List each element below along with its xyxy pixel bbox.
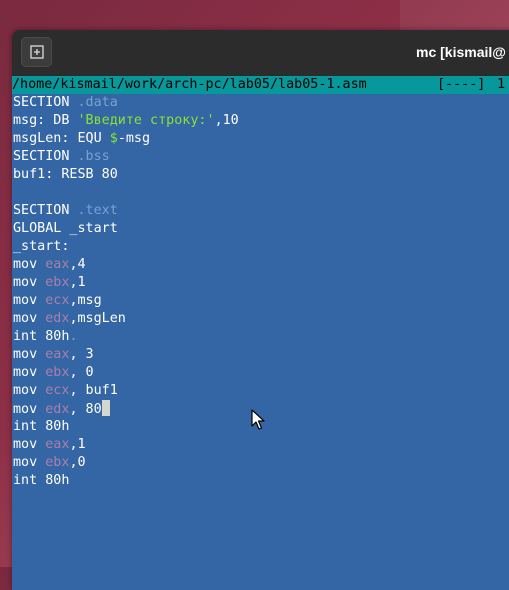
code-line: mov ecx,msg [13,293,102,308]
code-line: mov eax, 3 [13,347,94,362]
code-line: mov ebx,0 [13,455,86,470]
desktop-decoration [400,0,509,30]
code-line: mov eax,1 [13,437,86,452]
file-path: /home/kismail/work/arch-pc/lab05/lab05-1… [12,77,367,92]
cursor-column: 1 [497,77,506,92]
code-line: int 80h [13,419,70,434]
code-line: mov edx, 80 [13,400,239,418]
code-line: GLOBAL _start [13,221,118,236]
code-line: mov eax,4 [13,257,86,272]
mouse-pointer-icon [251,409,265,430]
code-line: _start: [13,239,70,254]
modified-flags: [----] [437,77,486,92]
code-line: SECTION .bss [13,149,110,164]
new-tab-button[interactable] [21,37,52,67]
window-title: mc [kismail@ [416,44,506,60]
plus-in-box-icon [29,45,44,59]
code-line: msgLen: EQU $-msg [13,131,151,146]
code-lines: SECTION .data msg: DB 'Введите строку:',… [13,94,239,490]
code-line: SECTION .data [13,95,118,110]
titlebar: mc [kismail@ [12,30,509,77]
code-line: mov edx,msgLen [13,311,126,326]
code-line: mov ecx, buf1 [13,383,118,398]
code-line: msg: DB 'Введите строку:',10 [13,113,239,128]
code-line: buf1: RESB 80 [13,167,118,182]
code-line: mov ebx,1 [13,275,86,290]
code-line: int 80h [13,473,70,488]
code-line: SECTION .text [13,203,118,218]
editor-area[interactable]: /home/kismail/work/arch-pc/lab05/lab05-1… [12,76,509,590]
terminal-window: mc [kismail@ /home/kismail/work/arch-pc/… [12,30,509,590]
code-line: mov ebx, 0 [13,365,94,380]
editor-statusbar: /home/kismail/work/arch-pc/lab05/lab05-1… [12,76,509,94]
text-cursor [101,400,110,416]
code-line: int 80h. [13,329,78,344]
